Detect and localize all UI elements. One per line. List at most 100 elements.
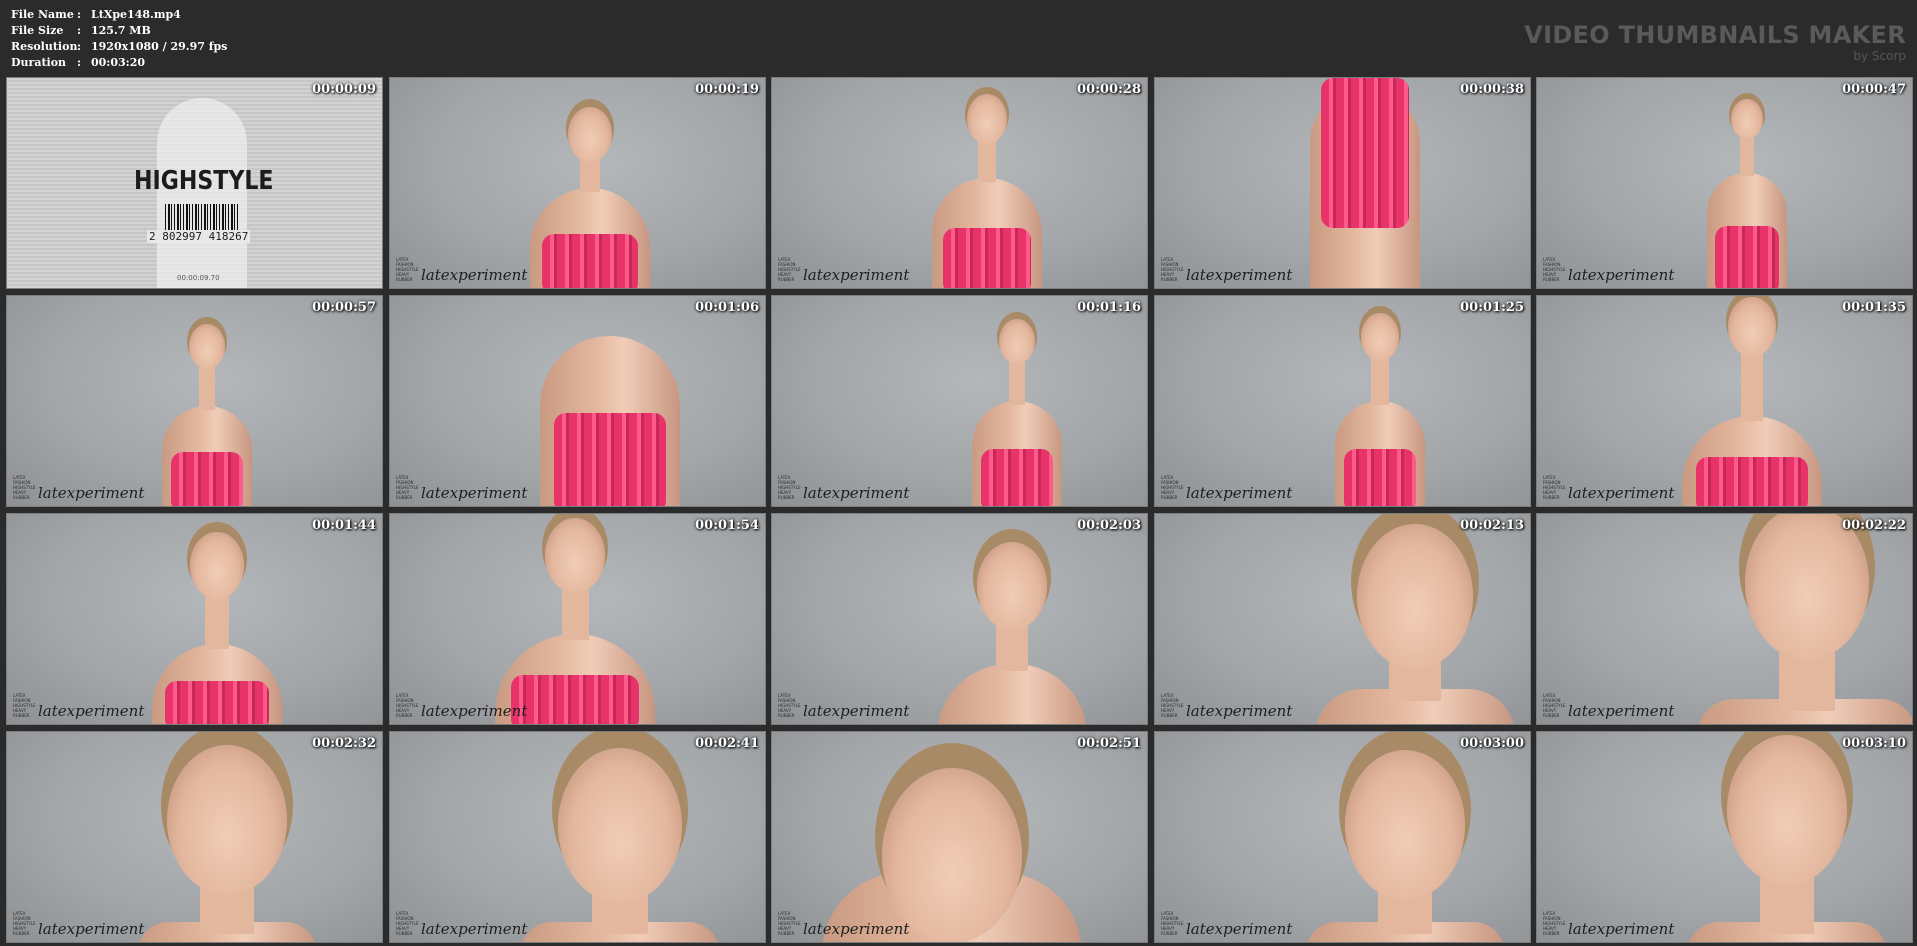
pink-latex-dress: [943, 228, 1031, 288]
video-thumbnail[interactable]: LATEX FASHION HIGHSTYLE HEAVY RUBBER late…: [771, 513, 1148, 725]
logo-tagline: LATEX FASHION HIGHSTYLE HEAVY RUBBER: [13, 475, 36, 500]
logo-tagline: LATEX FASHION HIGHSTYLE HEAVY RUBBER: [396, 475, 419, 500]
logo-wordmark: latexperiment: [1186, 484, 1293, 502]
meta-separator: :: [77, 24, 82, 37]
logo-wordmark: latexperiment: [421, 484, 528, 502]
video-thumbnail[interactable]: LATEX FASHION HIGHSTYLE HEAVY RUBBER late…: [6, 295, 383, 507]
thumbnail-timestamp: 00:02:41: [695, 736, 759, 751]
logo-wordmark: latexperiment: [38, 920, 145, 938]
logo-tagline: LATEX FASHION HIGHSTYLE HEAVY RUBBER: [1543, 475, 1566, 500]
thumbnail-timestamp: 00:00:47: [1842, 82, 1906, 97]
figure-head: [1745, 514, 1869, 660]
video-thumbnail[interactable]: LATEX FASHION HIGHSTYLE HEAVY RUBBER late…: [1154, 77, 1531, 289]
latexperiment-logo: LATEX FASHION HIGHSTYLE HEAVY RUBBER late…: [778, 475, 910, 502]
meta-value: LtXpe148.mp4: [91, 8, 181, 21]
video-thumbnail[interactable]: LATEX FASHION HIGHSTYLE HEAVY RUBBER late…: [1536, 77, 1913, 289]
latexperiment-logo: LATEX FASHION HIGHSTYLE HEAVY RUBBER late…: [396, 693, 528, 720]
video-thumbnail[interactable]: LATEX FASHION HIGHSTYLE HEAVY RUBBER late…: [389, 513, 766, 725]
logo-wordmark: latexperiment: [421, 702, 528, 720]
thumbnail-timestamp: 00:01:25: [1460, 300, 1524, 315]
figure-head: [1728, 297, 1776, 358]
video-thumbnail[interactable]: LATEX FASHION HIGHSTYLE HEAVY RUBBER late…: [389, 731, 766, 943]
latexperiment-logo: LATEX FASHION HIGHSTYLE HEAVY RUBBER late…: [396, 257, 528, 284]
meta-resolution: Resolution : 1920x1080 / 29.97 fps: [11, 39, 227, 55]
latexperiment-logo: LATEX FASHION HIGHSTYLE HEAVY RUBBER late…: [13, 911, 145, 938]
meta-value: 1920x1080 / 29.97 fps: [91, 40, 228, 53]
logo-tagline: LATEX FASHION HIGHSTYLE HEAVY RUBBER: [13, 693, 36, 718]
video-thumbnail[interactable]: LATEX FASHION HIGHSTYLE HEAVY RUBBER late…: [389, 77, 766, 289]
brand-watermark: VIDEO THUMBNAILS MAKER by Scorp: [1524, 22, 1906, 63]
video-thumbnail[interactable]: LATEX FASHION HIGHSTYLE HEAVY RUBBER late…: [1536, 513, 1913, 725]
logo-wordmark: latexperiment: [803, 920, 910, 938]
barcode-number: 2 802997 418267: [147, 230, 251, 243]
logo-tagline: LATEX FASHION HIGHSTYLE HEAVY RUBBER: [13, 911, 36, 936]
pink-latex-dress: [1715, 225, 1779, 288]
figure-head: [167, 745, 287, 895]
figure-head: [1361, 313, 1399, 361]
thumbnail-timestamp: 00:01:06: [695, 300, 759, 315]
logo-tagline: LATEX FASHION HIGHSTYLE HEAVY RUBBER: [1543, 693, 1566, 718]
logo-wordmark: latexperiment: [803, 484, 910, 502]
video-thumbnail[interactable]: LATEX FASHION HIGHSTYLE HEAVY RUBBER late…: [771, 731, 1148, 943]
video-thumbnail[interactable]: LATEX FASHION HIGHSTYLE HEAVY RUBBER late…: [6, 731, 383, 943]
logo-tagline: LATEX FASHION HIGHSTYLE HEAVY RUBBER: [396, 911, 419, 936]
logo-tagline: LATEX FASHION HIGHSTYLE HEAVY RUBBER: [778, 257, 801, 282]
file-metadata: File Name : LtXpe148.mp4 File Size : 125…: [11, 7, 227, 71]
meta-label: Resolution: [11, 40, 78, 53]
latexperiment-logo: LATEX FASHION HIGHSTYLE HEAVY RUBBER late…: [778, 911, 910, 938]
thumbnail-timestamp: 00:01:35: [1842, 300, 1906, 315]
thumbnail-timestamp: 00:03:00: [1460, 736, 1524, 751]
video-thumbnail[interactable]: LATEX FASHION HIGHSTYLE HEAVY RUBBER late…: [771, 77, 1148, 289]
pink-latex-dress: [171, 451, 243, 506]
figure-head: [967, 94, 1007, 144]
logo-tagline: LATEX FASHION HIGHSTYLE HEAVY RUBBER: [1543, 257, 1566, 282]
thumbnail-timestamp: 00:03:10: [1842, 736, 1906, 751]
thumbnail-timestamp: 00:00:19: [695, 82, 759, 97]
video-thumbnail[interactable]: LATEX FASHION HIGHSTYLE HEAVY RUBBER late…: [1154, 731, 1531, 943]
video-thumbnail[interactable]: LATEX FASHION HIGHSTYLE HEAVY RUBBER late…: [6, 513, 383, 725]
logo-wordmark: latexperiment: [1186, 920, 1293, 938]
video-thumbnail[interactable]: LATEX FASHION HIGHSTYLE HEAVY RUBBER late…: [771, 295, 1148, 507]
pink-latex-dress: [1321, 78, 1409, 228]
figure-head: [1357, 524, 1473, 670]
thumbnail-timestamp: 00:00:09: [312, 82, 376, 97]
thumbnail-timestamp: 00:00:28: [1077, 82, 1141, 97]
latexperiment-logo: LATEX FASHION HIGHSTYLE HEAVY RUBBER late…: [1543, 257, 1674, 283]
logo-tagline: LATEX FASHION HIGHSTYLE HEAVY RUBBER: [778, 693, 801, 718]
thumbnail-timestamp: 00:01:54: [695, 518, 759, 533]
video-thumbnail[interactable]: LATEX FASHION HIGHSTYLE HEAVY RUBBER late…: [1536, 295, 1913, 507]
logo-tagline: LATEX FASHION HIGHSTYLE HEAVY RUBBER: [396, 693, 419, 718]
latexperiment-logo: LATEX FASHION HIGHSTYLE HEAVY RUBBER late…: [1161, 257, 1292, 283]
latexperiment-logo: LATEX FASHION HIGHSTYLE HEAVY RUBBER late…: [13, 475, 145, 502]
pink-latex-dress: [1696, 457, 1808, 506]
logo-tagline: LATEX FASHION HIGHSTYLE HEAVY RUBBER: [1161, 911, 1184, 936]
latexperiment-logo: LATEX FASHION HIGHSTYLE HEAVY RUBBER late…: [1161, 911, 1293, 938]
brand-subtitle: by Scorp: [1853, 49, 1906, 63]
meta-file-name: File Name : LtXpe148.mp4: [11, 7, 227, 23]
meta-duration: Duration : 00:03:20: [11, 55, 227, 71]
thumbnail-timestamp: 00:01:44: [312, 518, 376, 533]
figure-head: [1731, 98, 1763, 139]
brand-title: VIDEO THUMBNAILS MAKER: [1524, 21, 1906, 49]
pink-latex-dress: [981, 449, 1053, 506]
logo-wordmark: latexperiment: [1568, 920, 1675, 938]
meta-value: 00:03:20: [91, 56, 146, 69]
logo-wordmark: latexperiment: [421, 266, 528, 284]
video-thumbnail[interactable]: LATEX FASHION HIGHSTYLE HEAVY RUBBER late…: [1154, 513, 1531, 725]
video-thumbnail[interactable]: LATEX FASHION HIGHSTYLE HEAVY RUBBER late…: [1154, 295, 1531, 507]
meta-separator: :: [77, 8, 82, 21]
video-thumbnail[interactable]: LATEX FASHION HIGHSTYLE HEAVY RUBBER late…: [389, 295, 766, 507]
logo-wordmark: latexperiment: [38, 484, 145, 502]
meta-separator: :: [77, 56, 82, 69]
logo-tagline: LATEX FASHION HIGHSTYLE HEAVY RUBBER: [778, 475, 801, 500]
meta-label: File Size: [11, 24, 64, 37]
intro-title: HIGHSTYLE: [134, 166, 274, 196]
pink-latex-dress: [165, 680, 269, 724]
video-thumbnail[interactable]: LATEX FASHION HIGHSTYLE HEAVY RUBBER late…: [1536, 731, 1913, 943]
video-thumbnail[interactable]: HIGHSTYLE 2 802997 418267 00:00:09.70 00:00…: [6, 77, 383, 289]
meta-separator: :: [77, 40, 82, 53]
figure-head: [190, 531, 244, 600]
logo-tagline: LATEX FASHION HIGHSTYLE HEAVY RUBBER: [778, 911, 801, 936]
logo-wordmark: latexperiment: [1186, 702, 1293, 720]
thumbnail-timestamp: 00:02:32: [312, 736, 376, 751]
